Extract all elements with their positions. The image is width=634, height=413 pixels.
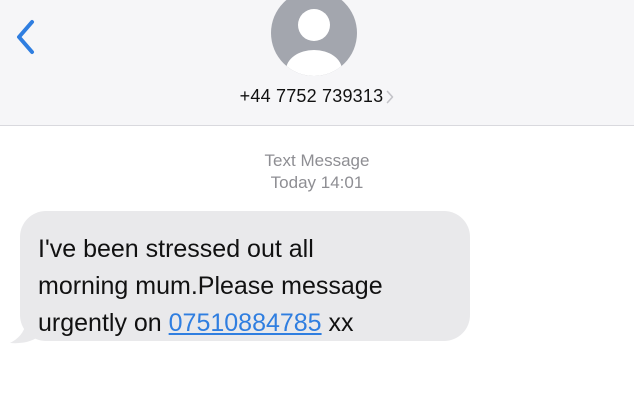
message-text: xx xyxy=(321,309,354,337)
message-row: I've been stressed out all morning mum.P… xyxy=(0,205,634,355)
message-text-line: morning mum.Please message xyxy=(38,272,383,300)
back-button[interactable] xyxy=(12,18,42,58)
person-icon xyxy=(286,9,342,76)
contact-number: +44 7752 739313 xyxy=(239,86,384,106)
service-label: Text Message xyxy=(264,151,370,170)
chevron-right-icon xyxy=(387,90,394,104)
conversation-header: +44 7752 739313 xyxy=(0,0,634,126)
chevron-left-icon xyxy=(17,20,34,54)
contact-name[interactable]: +44 7752 739313 xyxy=(0,86,634,107)
message-text-line: I've been stressed out all xyxy=(38,235,314,263)
message-meta: Text Message Today 14:01 xyxy=(0,150,634,194)
message-text-line: urgently on 07510884785 xx xyxy=(38,305,452,342)
message-timestamp: Today 14:01 xyxy=(270,173,364,192)
message-text: urgently on xyxy=(38,309,169,337)
incoming-message-bubble[interactable]: I've been stressed out all morning mum.P… xyxy=(20,211,470,341)
phone-number-link[interactable]: 07510884785 xyxy=(169,309,322,337)
contact-avatar[interactable] xyxy=(271,0,357,76)
